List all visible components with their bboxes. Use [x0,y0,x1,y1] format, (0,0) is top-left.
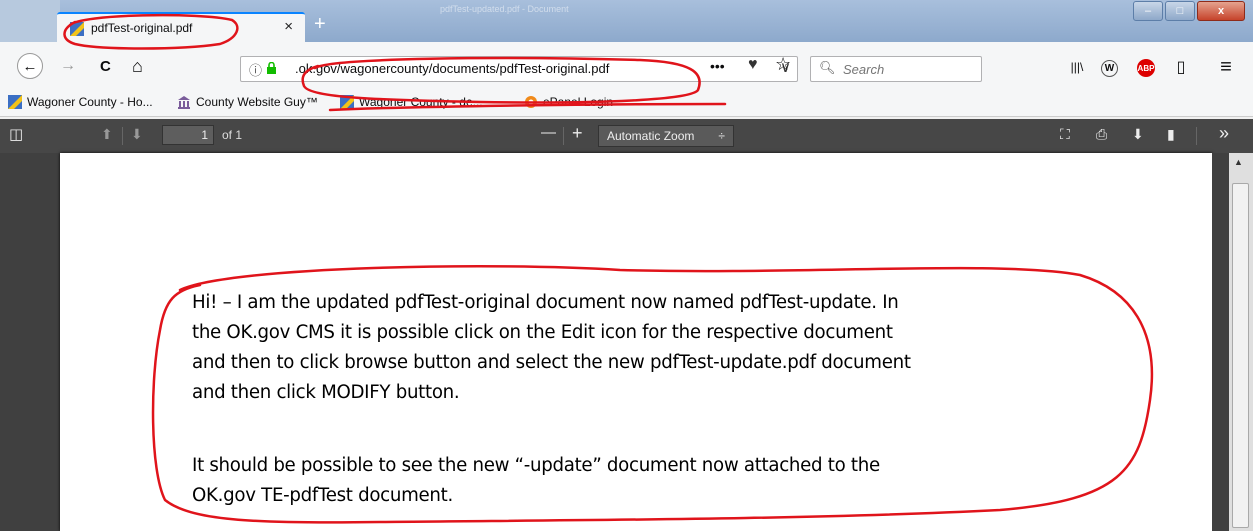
search-icon: 🔍︎ [819,60,836,75]
text-line: OK.gov TE-pdfTest document. [192,485,453,506]
close-window-button[interactable]: x [1197,1,1245,21]
county-favicon-icon [340,95,354,109]
background-tab-title: pdfTest-updated.pdf - Document [440,4,569,14]
courthouse-icon [178,96,190,109]
bookmark-label: ePanel Login [543,95,614,109]
page-actions-icon[interactable]: ••• [710,58,725,74]
next-page-icon[interactable]: ⬇ [131,126,143,143]
text-line: and then to click browse button and sele… [192,352,911,373]
tab-title: pdfTest-original.pdf [91,21,193,35]
sidebar-toggle-icon[interactable]: ◫ [9,125,23,143]
info-icon[interactable]: ⓘ [249,60,262,79]
title-bar: pdfTest-original.pdf × + pdfTest-updated… [0,0,1253,42]
download-icon[interactable]: ⬇ [1132,126,1144,143]
zoom-select[interactable]: Automatic Zoom ÷ [598,125,734,147]
search-input[interactable] [841,59,975,79]
viewer-margin-right [1212,153,1229,531]
scrollbar[interactable]: ▲ [1229,153,1253,531]
window-controls: – □ x [1131,1,1245,21]
w-extension-icon[interactable]: W [1101,60,1118,77]
scroll-up-icon[interactable]: ▲ [1234,157,1243,167]
pdf-toolbar: ◫ ⬆ ⬇ 1 of 1 — + Automatic Zoom ÷ ⛶ ⎙ ⬇ … [0,119,1253,153]
pdf-page: Hi! – I am the updated pdfTest-original … [60,153,1212,531]
sidebar-icon[interactable]: ▯ [1170,56,1192,78]
url-path: ok.gov/wagonercounty/documents/pdfTest-o… [298,61,610,76]
text-line: Hi! – I am the updated pdfTest-original … [192,292,899,313]
page-count: of 1 [222,128,243,142]
pocket-icon[interactable]: ♥ [748,56,758,74]
county-favicon-icon [8,95,22,109]
text-line: It should be possible to see the new “-u… [192,455,880,476]
scroll-thumb[interactable] [1232,183,1249,528]
maximize-button[interactable]: □ [1165,1,1195,21]
zoom-value: Automatic Zoom [607,129,695,143]
bookmark-star-icon[interactable]: ☆ [775,54,791,75]
page-number-input[interactable]: 1 [162,125,214,145]
zoom-out-button[interactable]: — [541,124,556,141]
bookmark-label: Wagoner County - Ho... [27,95,153,109]
navigation-bar: ← → C ⌂ ⓘ .ok.gov/wagonercounty/document… [0,42,1253,90]
pdf-viewer: Hi! – I am the updated pdfTest-original … [0,153,1253,531]
toolbar-separator [563,127,564,145]
pdf-favicon-icon [70,22,84,36]
paragraph-2: It should be possible to see the new “-u… [192,451,880,511]
window-corner [0,0,60,42]
library-icon[interactable]: |||\ [1066,56,1088,78]
bookmarks-toolbar: Wagoner County - Ho... County Website Gu… [0,90,1253,117]
minimize-button[interactable]: – [1133,1,1163,21]
bookmark-item[interactable]: Wagoner County - Ho... [8,95,153,109]
bookmark-item[interactable]: County Website Guy™ [177,95,318,109]
url-text[interactable]: .ok.gov/wagonercounty/documents/pdfTest-… [295,61,609,76]
adblock-plus-icon[interactable]: ABP [1137,59,1155,77]
toolbar-separator [122,127,123,145]
epanel-icon [525,96,537,108]
menu-icon[interactable]: ≡ [1215,56,1237,78]
document-bookmark-icon[interactable]: ▮ [1167,126,1175,143]
tools-icon[interactable]: » [1219,123,1229,144]
paragraph-1: Hi! – I am the updated pdfTest-original … [192,288,911,408]
text-line: and then click MODIFY button. [192,382,460,403]
text-line: the OK.gov CMS it is possible click on t… [192,322,893,343]
tab-close-icon[interactable]: × [284,18,293,35]
back-button[interactable]: ← [17,53,43,79]
tab-pdftest-original[interactable]: pdfTest-original.pdf × [57,12,305,42]
bookmark-item[interactable]: ePanel Login [524,95,613,109]
print-icon[interactable]: ⎙ [1096,126,1107,143]
bookmark-label: Wagoner County - de... [359,95,483,109]
viewer-margin-left [0,153,60,531]
toolbar-separator [1196,127,1197,145]
previous-page-icon[interactable]: ⬆ [101,126,113,143]
bookmark-item[interactable]: Wagoner County - de... [340,95,483,109]
zoom-in-button[interactable]: + [572,123,583,144]
bookmark-label: County Website Guy™ [196,95,318,109]
forward-button[interactable]: → [60,54,76,78]
search-box[interactable]: 🔍︎ [810,56,982,82]
home-button[interactable]: ⌂ [132,54,143,78]
reload-button[interactable]: C [100,54,111,78]
presentation-mode-icon[interactable]: ⛶ [1060,126,1070,143]
chevron-down-icon: ÷ [718,129,725,143]
new-tab-button[interactable]: + [314,14,326,34]
lock-icon[interactable] [266,62,277,74]
